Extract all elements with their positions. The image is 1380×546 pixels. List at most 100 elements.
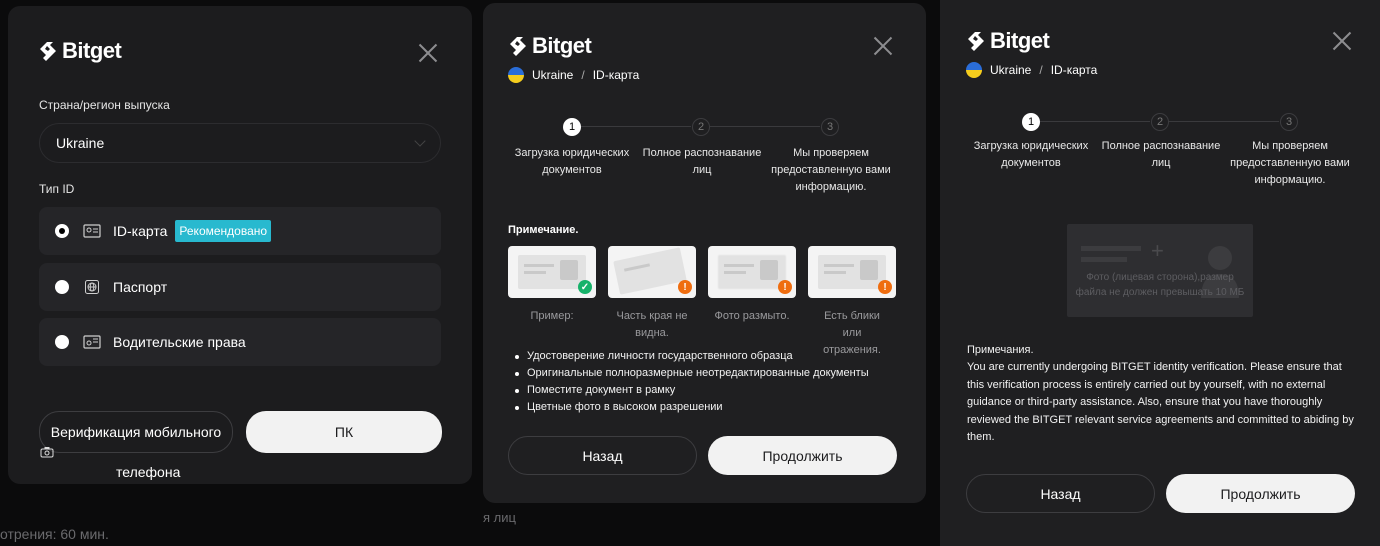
bitget-logo: Bitget: [38, 38, 122, 64]
globe-icon: [83, 280, 101, 294]
bitget-logo-icon: [510, 37, 526, 56]
region-value: Ukraine: [56, 135, 105, 151]
step-connector: [573, 126, 691, 127]
recommended-badge: Рекомендовано: [175, 220, 272, 242]
continue-button[interactable]: Продолжить: [708, 436, 897, 475]
id-type-dialog: Bitget Страна/регион выпуска Ukraine Тип…: [8, 6, 472, 484]
breadcrumb-country: Ukraine: [990, 63, 1032, 77]
example-caption: Часть края не видна.: [616, 310, 688, 339]
step-3-dot: 3: [821, 118, 839, 136]
step-3-text: Мы проверяем предоставленную вами информ…: [771, 147, 891, 193]
step-1-text: Загрузка юридических документов: [514, 147, 630, 176]
ukraine-flag-icon: [508, 67, 524, 83]
bitget-logo: Bitget: [966, 28, 1050, 54]
breadcrumb: Ukraine / ID-карта: [508, 67, 639, 83]
breadcrumb-country: Ukraine: [532, 68, 574, 82]
background-footer-mid: я лиц: [483, 510, 516, 525]
step-1-dot: 1: [563, 118, 581, 136]
id-front-upload-area[interactable]: + Фото (лицевая сторона),размер файла не…: [1067, 224, 1253, 317]
plus-icon: +: [1151, 238, 1164, 263]
card-line: [824, 264, 854, 267]
mobile-verification-button[interactable]: Верификация мобильного: [39, 411, 233, 453]
region-label: Страна/регион выпуска: [39, 98, 170, 112]
card-line: [824, 271, 846, 274]
breadcrumb-separator: /: [1039, 63, 1043, 77]
chevron-down-icon: [414, 135, 426, 147]
document-upload-dialog: Bitget Ukraine / ID-карта 1 2 3 Загрузка…: [940, 0, 1380, 546]
option-label: Водительские права: [113, 334, 246, 350]
card-line: [724, 271, 746, 274]
card-photo: [860, 260, 878, 280]
note-title: Примечание.: [508, 224, 579, 236]
step-2-text: Полное распознавание лиц: [1101, 140, 1221, 169]
step-connector: [702, 126, 820, 127]
option-label: ID-карта: [113, 223, 168, 239]
mobile-button-label-cont: телефона: [116, 464, 181, 480]
notes-title: Примечания.: [967, 344, 1034, 356]
brand-name: Bitget: [532, 33, 592, 58]
step-connector: [1032, 121, 1150, 122]
list-item: Цветные фото в высоком разрешении: [513, 399, 869, 416]
bitget-logo-icon: [40, 42, 56, 61]
example-caption: Пример:: [530, 310, 574, 322]
notes-text: You are currently undergoing BITGET iden…: [967, 361, 1354, 444]
back-button-label: Назад: [582, 447, 623, 464]
region-select[interactable]: Ukraine: [39, 123, 441, 163]
continue-button-label: Продолжить: [762, 447, 843, 464]
check-icon: ✓: [578, 280, 592, 294]
step-1-text: Загрузка юридических документов: [973, 140, 1089, 169]
step-3-text: Мы проверяем предоставленную вами информ…: [1230, 140, 1350, 186]
example-glare-image: !: [808, 246, 896, 298]
example-blurry-image: !: [708, 246, 796, 298]
option-passport[interactable]: Паспорт: [39, 263, 441, 311]
background-footer-left: отрения: 60 мин.: [0, 526, 109, 542]
example-edge-cut-image: !: [608, 246, 696, 298]
upload-hint: Фото (лицевая сторона),размер файла не д…: [1075, 272, 1245, 298]
breadcrumb-separator: /: [581, 68, 585, 82]
radio-unselected[interactable]: [55, 280, 69, 294]
back-button-label: Назад: [1040, 485, 1081, 502]
radio-selected[interactable]: [55, 224, 69, 238]
camera-icon: [40, 445, 54, 458]
list-item: Поместите документ в рамку: [513, 382, 869, 399]
continue-button[interactable]: Продолжить: [1166, 474, 1355, 513]
step-2-dot: 2: [692, 118, 710, 136]
pc-button-label: ПК: [334, 424, 354, 440]
example-caption: Фото размыто.: [714, 310, 790, 322]
ukraine-flag-icon: [966, 62, 982, 78]
option-id-card[interactable]: ID-карта Рекомендовано: [39, 207, 441, 255]
radio-unselected[interactable]: [55, 335, 69, 349]
warning-icon: !: [778, 280, 792, 294]
step-2-text: Полное распознавание лиц: [642, 147, 762, 176]
close-icon[interactable]: [418, 43, 438, 63]
notes: Примечания. You are currently undergoing…: [967, 342, 1355, 446]
breadcrumb: Ukraine / ID-карта: [966, 62, 1097, 78]
bitget-logo: Bitget: [508, 33, 592, 59]
step-connector: [1161, 121, 1279, 122]
card-line: [524, 271, 546, 274]
step-3-dot: 3: [1280, 113, 1298, 131]
warning-icon: !: [878, 280, 892, 294]
breadcrumb-doc-type: ID-карта: [592, 68, 640, 82]
option-drivers-license[interactable]: Водительские права: [39, 318, 441, 366]
pc-button[interactable]: ПК: [246, 411, 442, 453]
list-item: Удостоверение личности государственного …: [513, 348, 869, 365]
card-photo: [760, 260, 778, 280]
bitget-logo-icon: [968, 32, 984, 51]
card-line: [524, 264, 554, 267]
step-1-dot: 1: [1022, 113, 1040, 131]
close-icon[interactable]: [1332, 31, 1352, 51]
brand-name: Bitget: [62, 38, 122, 63]
breadcrumb-doc-type: ID-карта: [1050, 63, 1098, 77]
back-button[interactable]: Назад: [508, 436, 697, 475]
continue-button-label: Продолжить: [1220, 485, 1301, 502]
license-icon: [83, 335, 101, 349]
list-item: Оригинальные полноразмерные неотредактир…: [513, 365, 869, 382]
mobile-button-label: Верификация мобильного: [50, 424, 222, 440]
back-button[interactable]: Назад: [966, 474, 1155, 513]
document-upload-guide-dialog: Bitget Ukraine / ID-карта 1 2 3 Загрузка…: [483, 3, 926, 503]
option-label: Паспорт: [113, 279, 168, 295]
placeholder-bar: [1081, 257, 1127, 262]
close-icon[interactable]: [873, 36, 893, 56]
id-type-label: Тип ID: [39, 182, 75, 196]
